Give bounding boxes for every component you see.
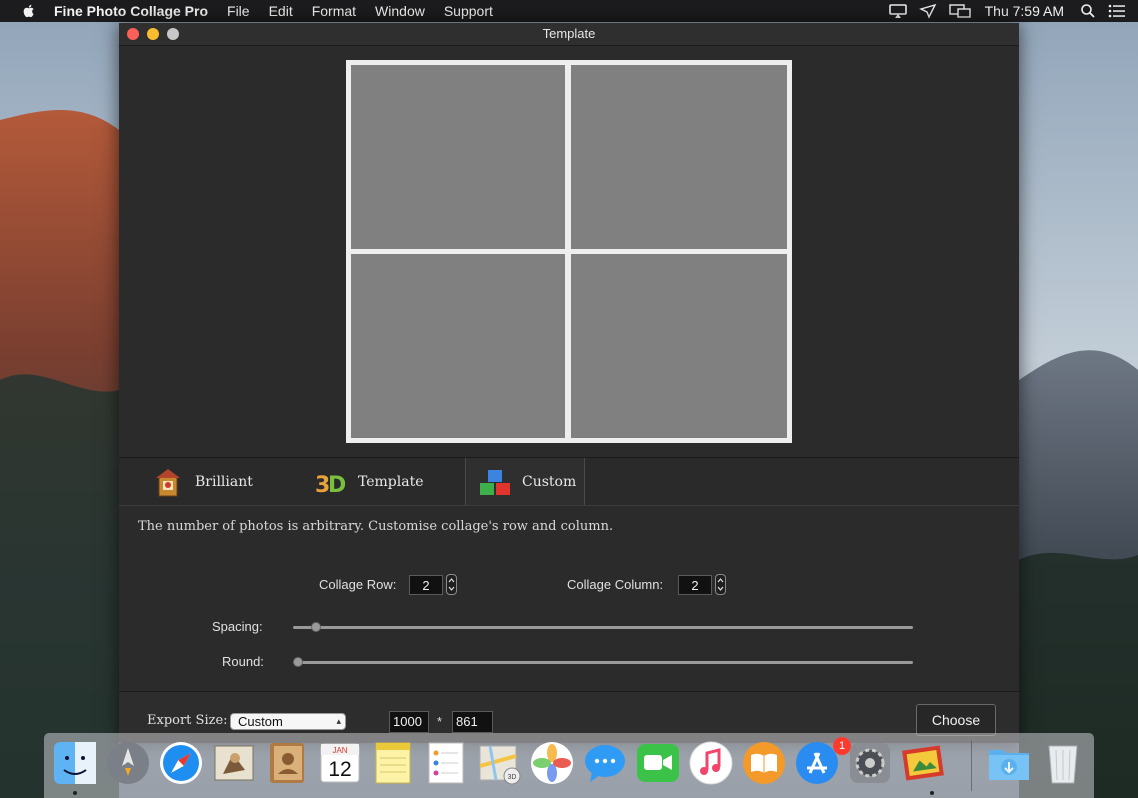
svg-text:D: D bbox=[328, 473, 346, 498]
round-slider-knob[interactable] bbox=[293, 657, 303, 667]
itunes-icon[interactable] bbox=[688, 740, 734, 786]
contacts-icon[interactable] bbox=[264, 740, 310, 786]
collage-cell[interactable] bbox=[571, 254, 787, 438]
collage-column-field[interactable]: 2 bbox=[678, 575, 712, 595]
tab-template[interactable]: 3 D Template bbox=[314, 458, 424, 505]
collage-preview[interactable] bbox=[346, 60, 792, 443]
running-indicator bbox=[930, 791, 934, 795]
system-preferences-icon[interactable] bbox=[847, 740, 893, 786]
collage-cell[interactable] bbox=[571, 65, 787, 249]
menu-support[interactable]: Support bbox=[444, 3, 493, 19]
round-label: Round: bbox=[222, 654, 264, 669]
launchpad-icon[interactable] bbox=[105, 740, 151, 786]
dock: JAN 12 3D 1 bbox=[44, 733, 1094, 798]
photos-icon[interactable] bbox=[529, 740, 575, 786]
safari-icon[interactable] bbox=[158, 740, 204, 786]
export-size-value: Custom bbox=[238, 714, 283, 729]
notification-center-icon[interactable] bbox=[1108, 4, 1126, 18]
stepper-arrows-icon bbox=[717, 578, 724, 591]
choose-button[interactable]: Choose bbox=[916, 704, 996, 736]
svg-text:3D: 3D bbox=[508, 774, 517, 781]
screen-mirroring-icon[interactable] bbox=[948, 3, 971, 19]
export-size-label: Export Size: bbox=[147, 713, 228, 728]
collage-row-stepper[interactable] bbox=[446, 574, 457, 595]
calendar-icon[interactable]: JAN 12 bbox=[317, 740, 363, 786]
mode-tab-bar: Brilliant 3 D Template Custom bbox=[119, 457, 1019, 506]
ibooks-icon[interactable] bbox=[741, 740, 787, 786]
collage-cell[interactable] bbox=[351, 65, 565, 249]
menu-bar: Fine Photo Collage Pro File Edit Format … bbox=[0, 0, 1138, 22]
fine-photo-collage-icon[interactable] bbox=[900, 740, 946, 786]
menu-file[interactable]: File bbox=[227, 3, 250, 19]
messages-icon[interactable] bbox=[582, 740, 628, 786]
export-width-field[interactable]: 1000 bbox=[389, 711, 429, 733]
spotlight-search-icon[interactable] bbox=[1080, 3, 1096, 19]
menubar-clock[interactable]: Thu 7:59 AM bbox=[985, 3, 1064, 19]
cast-icon[interactable] bbox=[888, 3, 907, 19]
export-height-field[interactable]: 861 bbox=[452, 711, 493, 733]
collage-cell[interactable] bbox=[351, 254, 565, 438]
spacing-slider[interactable] bbox=[293, 626, 913, 629]
spacing-label: Spacing: bbox=[212, 619, 263, 634]
app-name-menu[interactable]: Fine Photo Collage Pro bbox=[54, 3, 208, 19]
window-titlebar[interactable]: Template bbox=[119, 23, 1019, 46]
collage-column-stepper[interactable] bbox=[715, 574, 726, 595]
menu-window[interactable]: Window bbox=[375, 3, 425, 19]
downloads-folder-icon[interactable] bbox=[986, 740, 1032, 786]
spacing-slider-knob[interactable] bbox=[311, 622, 322, 632]
collage-row-field[interactable]: 2 bbox=[409, 575, 443, 595]
3d-template-icon: 3 D bbox=[315, 473, 346, 498]
mail-icon[interactable] bbox=[211, 740, 257, 786]
trash-icon[interactable] bbox=[1040, 740, 1086, 786]
dimension-separator: * bbox=[437, 714, 443, 729]
reminders-icon[interactable] bbox=[423, 740, 469, 786]
tab-label: Brilliant bbox=[195, 473, 253, 490]
tab-custom[interactable]: Custom bbox=[465, 458, 585, 505]
zoom-button[interactable] bbox=[167, 28, 179, 40]
minimize-button[interactable] bbox=[147, 28, 159, 40]
finder-icon[interactable] bbox=[52, 740, 98, 786]
brilliant-icon bbox=[156, 468, 180, 496]
collage-row-label: Collage Row: bbox=[319, 577, 397, 592]
window-title: Template bbox=[542, 26, 596, 41]
custom-description: The number of photos is arbitrary. Custo… bbox=[138, 519, 614, 534]
custom-blocks-icon bbox=[480, 469, 510, 495]
maps-icon[interactable]: 3D bbox=[476, 740, 522, 786]
select-arrows-icon: ▴ bbox=[336, 716, 341, 726]
running-indicator bbox=[73, 791, 77, 795]
menu-format[interactable]: Format bbox=[312, 3, 356, 19]
tab-label: Template bbox=[358, 473, 424, 490]
menu-edit[interactable]: Edit bbox=[269, 3, 293, 19]
template-window: Template Brilliant 3 D Template Custom T… bbox=[119, 23, 1019, 743]
send-icon[interactable] bbox=[918, 3, 937, 19]
stepper-arrows-icon bbox=[448, 578, 455, 591]
collage-column-label: Collage Column: bbox=[567, 577, 664, 592]
calendar-day-text: 12 bbox=[328, 758, 351, 781]
tab-brilliant[interactable]: Brilliant bbox=[151, 458, 253, 505]
calendar-month-text: JAN bbox=[332, 746, 347, 755]
apple-menu-icon[interactable] bbox=[20, 2, 38, 20]
round-slider[interactable] bbox=[293, 661, 913, 664]
facetime-icon[interactable] bbox=[635, 740, 681, 786]
export-size-select[interactable]: Custom ▴ bbox=[230, 713, 346, 730]
close-button[interactable] bbox=[127, 28, 139, 40]
tab-label: Custom bbox=[522, 473, 577, 490]
notes-icon[interactable] bbox=[370, 740, 416, 786]
dock-separator bbox=[971, 741, 972, 791]
